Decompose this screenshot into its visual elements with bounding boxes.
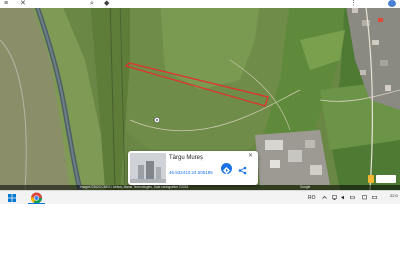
- place-title[interactable]: Târgu Mureș: [169, 155, 203, 161]
- taskbar: RO 22:0: [0, 190, 400, 205]
- close-search-icon[interactable]: ✕: [20, 0, 26, 7]
- language-indicator[interactable]: RO: [308, 193, 316, 203]
- avatar[interactable]: [388, 0, 396, 7]
- share-button[interactable]: [237, 163, 248, 175]
- windows-start-icon[interactable]: [8, 194, 16, 202]
- notification-icon[interactable]: [362, 195, 367, 200]
- menu-icon[interactable]: ≡: [4, 0, 8, 7]
- volume-icon[interactable]: [341, 195, 346, 200]
- directions-arrow-icon: [223, 167, 230, 174]
- directions-button[interactable]: [221, 163, 232, 174]
- coordinates-text[interactable]: 46.532410,24.505185: [169, 170, 213, 175]
- close-icon[interactable]: ✕: [248, 153, 253, 159]
- account-area: ⋮: [346, 0, 400, 8]
- screen: ≡ ✕ ⌕ ◆ ⋮ Târgu Mureș 46.532410,24.50518…: [0, 0, 400, 270]
- street-view-thumbnail[interactable]: [130, 153, 166, 183]
- battery-icon[interactable]: [350, 195, 355, 200]
- search-icon[interactable]: ⌕: [90, 0, 94, 7]
- share-icon: [238, 166, 247, 175]
- blank-area: [0, 204, 400, 270]
- network-icon[interactable]: [332, 195, 337, 200]
- clock[interactable]: 22:0: [390, 193, 398, 198]
- zoom-control[interactable]: [376, 175, 396, 183]
- pegman-icon[interactable]: [368, 175, 374, 183]
- apps-grid-icon[interactable]: ⋮: [350, 0, 357, 7]
- chevron-up-icon[interactable]: [322, 195, 327, 200]
- directions-icon[interactable]: ◆: [104, 0, 109, 7]
- map-view[interactable]: ≡ ✕ ⌕ ◆ ⋮ Târgu Mureș 46.532410,24.50518…: [0, 0, 400, 190]
- keyboard-icon[interactable]: [372, 195, 377, 200]
- location-card[interactable]: Târgu Mureș 46.532410,24.505185 ✕: [128, 151, 258, 185]
- top-bar: ≡ ✕ ⌕ ◆: [0, 0, 400, 8]
